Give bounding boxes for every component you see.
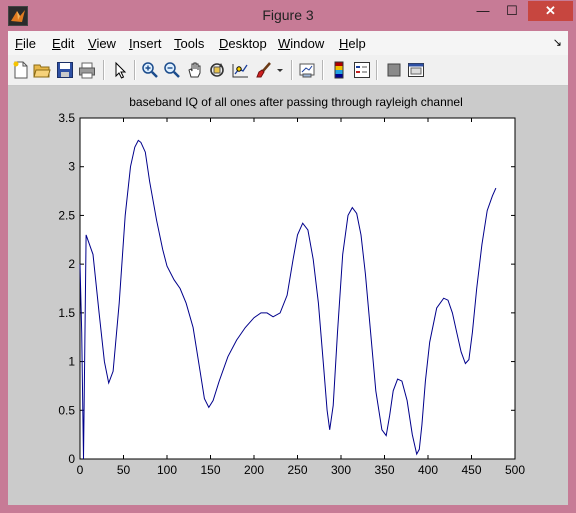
x-tick-label: 50	[117, 463, 131, 477]
y-tick-label: 3.5	[58, 111, 75, 125]
x-tick-label: 0	[77, 463, 84, 477]
menu-file[interactable]: File	[15, 36, 36, 51]
chart-title: baseband IQ of all ones after passing th…	[129, 95, 463, 109]
close-button[interactable]: ✕	[528, 1, 573, 21]
y-tick-label: 3	[68, 160, 75, 174]
minimize-button[interactable]: —	[470, 1, 496, 21]
chevron-down-icon[interactable]	[275, 61, 285, 79]
maximize-button[interactable]: ☐	[499, 1, 525, 21]
new-figure-icon[interactable]	[12, 61, 30, 79]
x-tick-label: 400	[418, 463, 438, 477]
y-tick-label: 2	[68, 257, 75, 271]
figure-window: Figure 3 — ☐ ✕ File Edit View Insert Too…	[0, 0, 576, 513]
x-tick-label: 350	[374, 463, 394, 477]
dock-arrow-icon[interactable]: ↘	[553, 36, 562, 49]
y-tick-label: 0.5	[58, 403, 75, 417]
menu-window[interactable]: Window	[278, 36, 324, 51]
toolbar-separator	[291, 60, 293, 80]
hide-plot-tools-icon[interactable]	[385, 61, 403, 79]
pointer-icon[interactable]	[111, 61, 129, 79]
colorbar-icon[interactable]	[330, 61, 348, 79]
y-tick-label: 1.5	[58, 306, 75, 320]
figure-toolbar	[8, 55, 568, 86]
print-icon[interactable]	[78, 61, 96, 79]
open-file-icon[interactable]	[33, 61, 51, 79]
menu-desktop[interactable]: Desktop	[219, 36, 267, 51]
zoom-out-icon[interactable]	[163, 61, 181, 79]
x-tick-label: 450	[461, 463, 481, 477]
menu-view[interactable]: View	[88, 36, 116, 51]
x-tick-label: 100	[157, 463, 177, 477]
menu-tools[interactable]: Tools	[174, 36, 204, 51]
title-bar[interactable]: Figure 3 — ☐ ✕	[0, 0, 576, 30]
save-icon[interactable]	[56, 61, 74, 79]
data-cursor-icon[interactable]	[231, 61, 249, 79]
x-tick-label: 150	[200, 463, 220, 477]
axes-box[interactable]	[79, 117, 516, 460]
figure-client-area: File Edit View Insert Tools Desktop Wind…	[8, 31, 568, 505]
legend-icon[interactable]	[353, 61, 371, 79]
menu-bar: File Edit View Insert Tools Desktop Wind…	[8, 31, 568, 55]
menu-edit[interactable]: Edit	[52, 36, 74, 51]
toolbar-separator	[322, 60, 324, 80]
toolbar-separator	[134, 60, 136, 80]
x-tick-label: 500	[505, 463, 525, 477]
pan-icon[interactable]	[186, 61, 204, 79]
show-plot-tools-icon[interactable]	[407, 61, 425, 79]
x-tick-label: 250	[287, 463, 307, 477]
line-chart: baseband IQ of all ones after passing th…	[58, 95, 525, 477]
toolbar-separator	[376, 60, 378, 80]
toolbar-separator	[103, 60, 105, 80]
menu-insert[interactable]: Insert	[129, 36, 162, 51]
menu-help[interactable]: Help	[339, 36, 366, 51]
y-tick-label: 0	[68, 452, 75, 466]
rotate-3d-icon[interactable]	[208, 61, 226, 79]
figure-canvas: baseband IQ of all ones after passing th…	[8, 86, 568, 505]
zoom-in-icon[interactable]	[141, 61, 159, 79]
y-tick-label: 1	[68, 355, 75, 369]
y-tick-label: 2.5	[58, 208, 75, 222]
x-tick-label: 300	[331, 463, 351, 477]
link-plot-icon[interactable]	[298, 61, 316, 79]
brush-icon[interactable]	[255, 61, 273, 79]
x-tick-label: 200	[244, 463, 264, 477]
